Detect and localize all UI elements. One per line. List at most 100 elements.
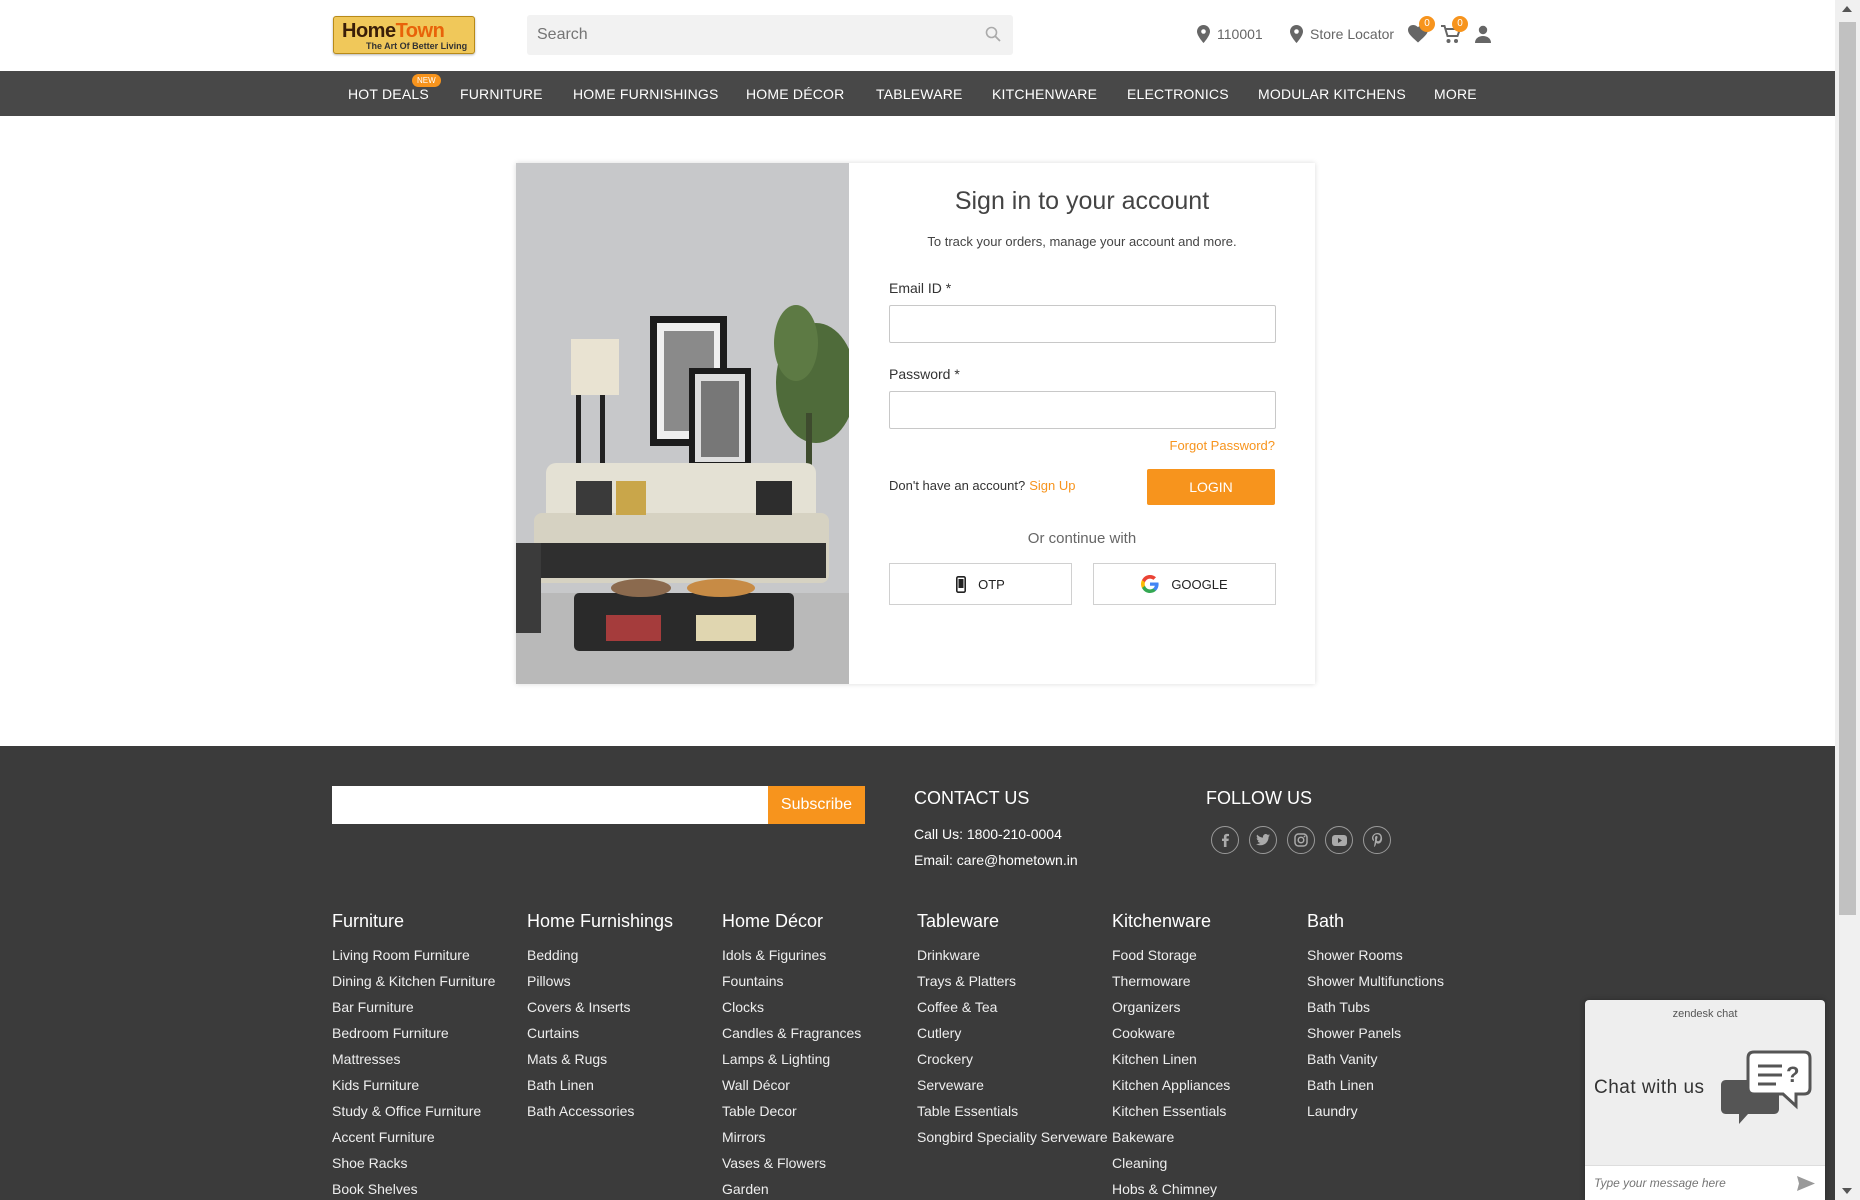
- footer-link[interactable]: Pillows: [527, 972, 673, 998]
- footer-column-heading[interactable]: Kitchenware: [1112, 911, 1230, 932]
- footer-link[interactable]: Accent Furniture: [332, 1128, 495, 1154]
- footer-link[interactable]: Serveware: [917, 1076, 1108, 1102]
- send-icon[interactable]: [1797, 1176, 1815, 1191]
- account-button[interactable]: [1475, 25, 1491, 48]
- footer-link[interactable]: Bath Linen: [527, 1076, 673, 1102]
- footer-link[interactable]: Coffee & Tea: [917, 998, 1108, 1024]
- nav-tableware[interactable]: TABLEWARE: [876, 86, 963, 102]
- footer-link[interactable]: Table Essentials: [917, 1102, 1108, 1128]
- footer-link[interactable]: Cutlery: [917, 1024, 1108, 1050]
- footer-link[interactable]: Living Room Furniture: [332, 946, 495, 972]
- pincode-selector[interactable]: 110001: [1197, 25, 1263, 43]
- footer-link[interactable]: Candles & Fragrances: [722, 1024, 861, 1050]
- pinterest-icon[interactable]: [1363, 826, 1391, 854]
- footer-link[interactable]: Fountains: [722, 972, 861, 998]
- footer-link[interactable]: Drinkware: [917, 946, 1108, 972]
- subscribe-button[interactable]: Subscribe: [768, 786, 865, 824]
- footer-link[interactable]: Food Storage: [1112, 946, 1230, 972]
- nav-more[interactable]: MORE: [1434, 86, 1477, 102]
- footer-link[interactable]: Vases & Flowers: [722, 1154, 861, 1180]
- chat-message-input[interactable]: [1585, 1166, 1785, 1200]
- footer-link[interactable]: Laundry: [1307, 1102, 1444, 1128]
- social-links: [1211, 826, 1391, 854]
- footer-link[interactable]: Bedroom Furniture: [332, 1024, 495, 1050]
- footer-link[interactable]: Bakeware: [1112, 1128, 1230, 1154]
- nav-home-decor[interactable]: HOME DÉCOR: [746, 86, 844, 102]
- instagram-icon[interactable]: [1287, 826, 1315, 854]
- footer-link[interactable]: Kitchen Appliances: [1112, 1076, 1230, 1102]
- footer-link[interactable]: Kitchen Essentials: [1112, 1102, 1230, 1128]
- search-icon[interactable]: [985, 26, 1001, 42]
- store-locator[interactable]: Store Locator: [1290, 25, 1394, 43]
- sign-up-link[interactable]: Sign Up: [1029, 478, 1075, 493]
- footer-column-heading[interactable]: Tableware: [917, 911, 1108, 932]
- footer-link[interactable]: Shower Multifunctions: [1307, 972, 1444, 998]
- footer-link[interactable]: Songbird Speciality Serveware: [917, 1128, 1108, 1154]
- footer-link[interactable]: Covers & Inserts: [527, 998, 673, 1024]
- scroll-up-arrow-icon[interactable]: [1842, 6, 1852, 12]
- footer-link[interactable]: Bath Linen: [1307, 1076, 1444, 1102]
- footer-link[interactable]: Study & Office Furniture: [332, 1102, 495, 1128]
- footer-link[interactable]: Bar Furniture: [332, 998, 495, 1024]
- nav-modular-kitchens[interactable]: MODULAR KITCHENS: [1258, 86, 1406, 102]
- login-button[interactable]: LOGIN: [1147, 469, 1275, 505]
- newsletter-email-input[interactable]: [332, 786, 768, 824]
- footer-column-heading[interactable]: Bath: [1307, 911, 1444, 932]
- footer-link[interactable]: Bath Tubs: [1307, 998, 1444, 1024]
- footer-link[interactable]: Cleaning: [1112, 1154, 1230, 1180]
- wishlist-button[interactable]: 0: [1408, 16, 1435, 45]
- scrollbar-thumb[interactable]: [1839, 22, 1856, 915]
- footer-link[interactable]: Shoe Racks: [332, 1154, 495, 1180]
- footer-link[interactable]: Table Decor: [722, 1102, 861, 1128]
- footer-link[interactable]: Curtains: [527, 1024, 673, 1050]
- footer-link[interactable]: Bedding: [527, 946, 673, 972]
- footer-link[interactable]: Lamps & Lighting: [722, 1050, 861, 1076]
- password-field[interactable]: [889, 391, 1276, 429]
- footer-link[interactable]: Wall Décor: [722, 1076, 861, 1102]
- hometown-logo[interactable]: HomeTown The Art Of Better Living: [333, 16, 475, 54]
- footer-link[interactable]: Kids Furniture: [332, 1076, 495, 1102]
- footer-link[interactable]: Idols & Figurines: [722, 946, 861, 972]
- footer-link[interactable]: Mattresses: [332, 1050, 495, 1076]
- footer-link[interactable]: Dining & Kitchen Furniture: [332, 972, 495, 998]
- footer-link[interactable]: Crockery: [917, 1050, 1108, 1076]
- search-bar: [527, 15, 1013, 55]
- google-button[interactable]: GOOGLE: [1093, 563, 1276, 605]
- footer-column-heading[interactable]: Home Furnishings: [527, 911, 673, 932]
- nav-kitchenware[interactable]: KITCHENWARE: [992, 86, 1097, 102]
- nav-furniture[interactable]: FURNITURE: [460, 86, 543, 102]
- footer-link[interactable]: Bath Vanity: [1307, 1050, 1444, 1076]
- youtube-icon[interactable]: [1325, 826, 1353, 854]
- scroll-down-arrow-icon[interactable]: [1842, 1188, 1852, 1194]
- search-input[interactable]: [527, 15, 967, 55]
- contact-email-text[interactable]: Email: care@hometown.in: [914, 852, 1078, 868]
- footer-link[interactable]: Mirrors: [722, 1128, 861, 1154]
- email-field[interactable]: [889, 305, 1276, 343]
- footer-link[interactable]: Cookware: [1112, 1024, 1230, 1050]
- cart-button[interactable]: 0: [1441, 16, 1468, 45]
- footer-link[interactable]: Mats & Rugs: [527, 1050, 673, 1076]
- footer-link[interactable]: Clocks: [722, 998, 861, 1024]
- footer-link[interactable]: Kitchen Linen: [1112, 1050, 1230, 1076]
- otp-button[interactable]: OTP: [889, 563, 1072, 605]
- footer-link[interactable]: Bath Accessories: [527, 1102, 673, 1128]
- forgot-password-link[interactable]: Forgot Password?: [1170, 438, 1276, 453]
- facebook-icon[interactable]: [1211, 826, 1239, 854]
- chat-widget[interactable]: zendesk chat Chat with us ?: [1585, 1000, 1825, 1200]
- nav-electronics[interactable]: ELECTRONICS: [1127, 86, 1229, 102]
- footer-link[interactable]: Garden: [722, 1180, 861, 1200]
- footer-link[interactable]: Hobs & Chimney: [1112, 1180, 1230, 1200]
- footer-link[interactable]: Organizers: [1112, 998, 1230, 1024]
- footer-link[interactable]: Shower Panels: [1307, 1024, 1444, 1050]
- footer-link[interactable]: Thermoware: [1112, 972, 1230, 998]
- footer-link[interactable]: Trays & Platters: [917, 972, 1108, 998]
- nav-home-furnishings[interactable]: HOME FURNISHINGS: [573, 86, 719, 102]
- footer-link[interactable]: Book Shelves: [332, 1180, 495, 1200]
- footer-column-heading[interactable]: Furniture: [332, 911, 495, 932]
- page-scrollbar[interactable]: [1835, 0, 1860, 1200]
- twitter-icon[interactable]: [1249, 826, 1277, 854]
- footer-link[interactable]: Shower Rooms: [1307, 946, 1444, 972]
- footer-column-heading[interactable]: Home Décor: [722, 911, 861, 932]
- chat-with-us-label[interactable]: Chat with us: [1594, 1077, 1705, 1099]
- nav-hot-deals[interactable]: HOT DEALS: [348, 86, 429, 102]
